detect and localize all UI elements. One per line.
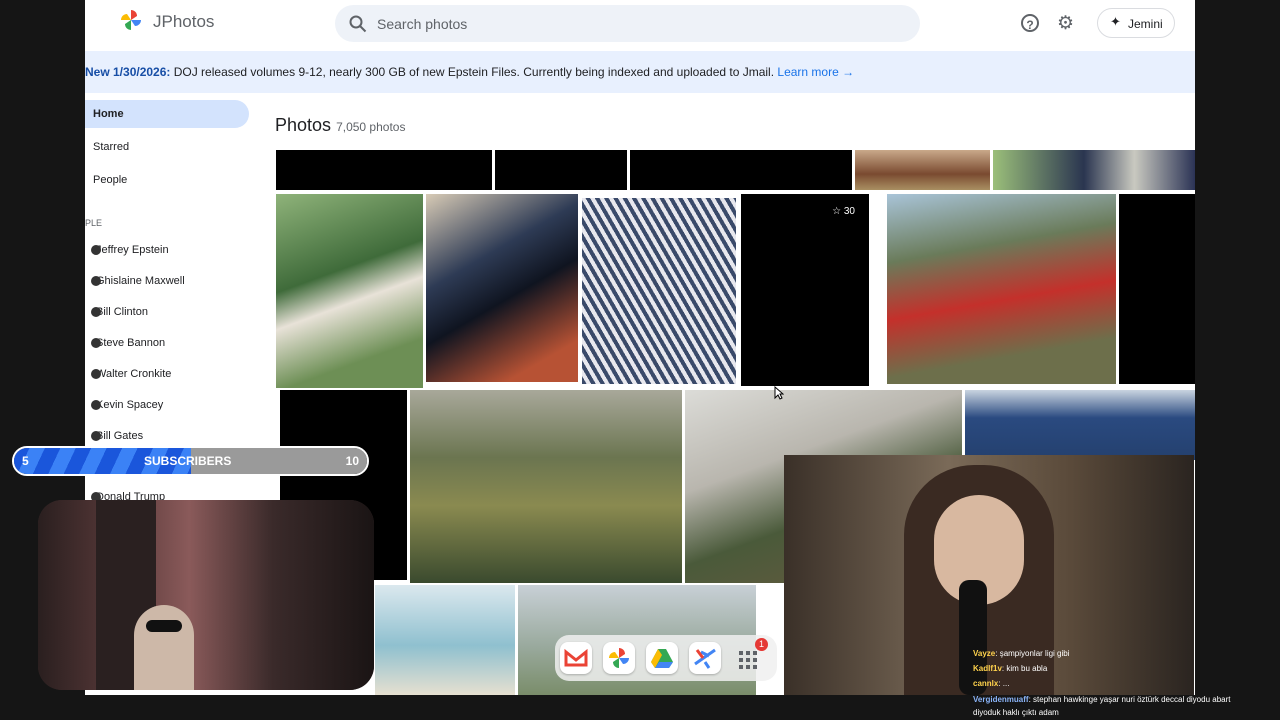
jphotos-logo-icon[interactable]: [120, 9, 142, 31]
photo-tile[interactable]: [965, 390, 1195, 460]
photo-tile[interactable]: [582, 198, 736, 384]
notification-badge: 1: [755, 638, 768, 651]
gmail-icon[interactable]: [560, 642, 592, 674]
photo-count: 7,050 photos: [336, 120, 406, 134]
person-kevin-spacey[interactable]: Kevin Spacey: [91, 399, 163, 411]
photo-tile[interactable]: [887, 194, 1116, 384]
photo-tile[interactable]: [630, 150, 852, 190]
avatar: [91, 307, 101, 317]
star-count-badge: ☆ 30: [832, 206, 855, 217]
search-icon: [349, 15, 367, 33]
photo-tile[interactable]: [276, 194, 423, 388]
jemini-label: Jemini: [1128, 17, 1163, 31]
app-name: JPhotos: [153, 12, 215, 31]
chat-message: Vergidenmuaff: stephan hawkinge yaşar nu…: [973, 695, 1231, 704]
photos-icon[interactable]: [603, 642, 635, 674]
nav-item-people[interactable]: People: [93, 174, 127, 186]
person-steve-bannon[interactable]: Steve Bannon: [91, 337, 165, 349]
guest-webcam: [784, 455, 1194, 695]
apps-grid-icon[interactable]: 1: [732, 638, 768, 674]
person-ghislaine-maxwell[interactable]: Ghislaine Maxwell: [91, 275, 185, 287]
page-title: Photos 7,050 photos: [275, 115, 405, 136]
photo-tile[interactable]: [410, 390, 682, 583]
top-bar: JPhotos Search photos ? ⚙ ✦ Jemini: [85, 0, 1195, 50]
page-title-text: Photos: [275, 115, 332, 135]
app-dock: 1: [555, 635, 777, 681]
avatar: [91, 245, 101, 255]
streamer-webcam: [38, 500, 374, 690]
goal-label: SUBSCRIBERS: [144, 454, 232, 468]
avatar: [91, 369, 101, 379]
nav-item-starred[interactable]: Starred: [93, 141, 129, 153]
search-input[interactable]: Search photos: [377, 16, 467, 32]
people-section-label: PLE: [85, 218, 103, 228]
goal-current: 5: [22, 454, 29, 468]
learn-more-link[interactable]: Learn more →: [777, 65, 854, 79]
person-jeffrey-epstein[interactable]: Jeffrey Epstein: [91, 244, 169, 256]
photo-tile[interactable]: [1119, 194, 1195, 384]
avatar: [91, 338, 101, 348]
photo-tile[interactable]: ☆ 30: [741, 194, 869, 386]
person-bill-clinton[interactable]: Bill Clinton: [91, 306, 148, 318]
photo-tile[interactable]: [375, 585, 515, 695]
photo-tile[interactable]: [426, 194, 578, 382]
banner-text: DOJ released volumes 9-12, nearly 300 GB…: [170, 65, 775, 79]
chat-message: cannlx: ...: [973, 679, 1010, 688]
drive-icon[interactable]: [646, 642, 678, 674]
mouse-cursor-icon: [774, 386, 784, 400]
avatar: [91, 431, 101, 441]
photo-tile[interactable]: [993, 150, 1195, 190]
nav-item-home[interactable]: Home: [85, 100, 249, 128]
sparkle-icon: ✦: [1110, 14, 1121, 29]
subscriber-goal-bar: 5 SUBSCRIBERS 10: [12, 446, 369, 476]
announcement-banner: New 1/30/2026: DOJ released volumes 9-12…: [85, 51, 1195, 93]
flights-icon[interactable]: [689, 642, 721, 674]
settings-gear-icon[interactable]: ⚙: [1057, 12, 1074, 35]
nav-home-label: Home: [93, 108, 124, 120]
banner-date: New 1/30/2026:: [85, 65, 171, 79]
chat-message: Vayze: şampiyonlar ligi gibi: [973, 649, 1070, 658]
chat-message: Kadlf1v: kim bu abla: [973, 664, 1048, 673]
avatar: [91, 400, 101, 410]
person-walter-cronkite[interactable]: Walter Cronkite: [91, 368, 171, 380]
photo-tile[interactable]: [495, 150, 627, 190]
photo-tile[interactable]: [855, 150, 990, 190]
search-bar[interactable]: Search photos: [335, 5, 920, 42]
photo-tile[interactable]: [276, 150, 492, 190]
person-bill-gates[interactable]: Bill Gates: [91, 430, 143, 442]
goal-target: 10: [345, 454, 359, 468]
help-icon[interactable]: ?: [1021, 14, 1039, 32]
avatar: [91, 276, 101, 286]
jemini-button[interactable]: ✦ Jemini: [1097, 8, 1175, 38]
chat-message: diyoduk haklı çıktı adam: [973, 708, 1059, 717]
